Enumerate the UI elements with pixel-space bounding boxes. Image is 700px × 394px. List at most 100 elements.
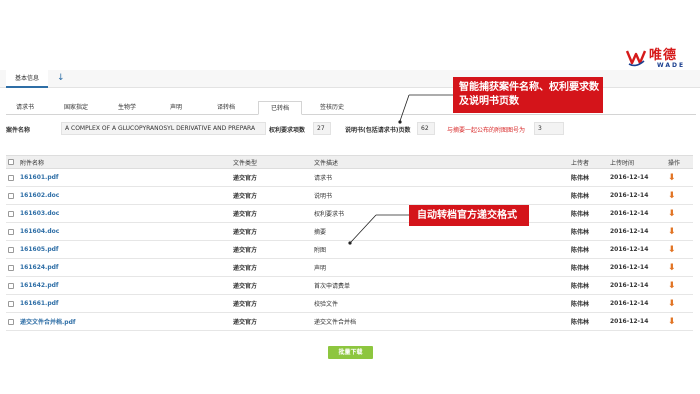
header-upload-time: 上传时间 bbox=[610, 159, 635, 167]
file-name-link[interactable]: 161624.pdf bbox=[20, 259, 59, 276]
row-checkbox[interactable] bbox=[8, 259, 14, 276]
file-description: 权利要求书 bbox=[314, 211, 345, 218]
header-type: 文件类型 bbox=[233, 159, 258, 167]
wade-logo: 唯德 WADE bbox=[625, 43, 695, 73]
uploader: 陈伟林 bbox=[571, 265, 590, 272]
tab-basic-info[interactable]: 基本信息 bbox=[6, 70, 48, 88]
tab-biology[interactable]: 生物学 bbox=[106, 101, 148, 115]
download-icon[interactable]: ⬇ bbox=[668, 187, 676, 204]
uploader: 陈伟林 bbox=[571, 301, 590, 308]
upload-time: 2016-12-14 bbox=[610, 228, 649, 235]
uploader: 陈伟林 bbox=[571, 193, 590, 200]
download-icon[interactable]: ⬇ bbox=[668, 259, 676, 276]
tab-request[interactable]: 请求书 bbox=[6, 101, 44, 115]
table-row: 161605.pdf 递交官方 附图 陈伟林 2016-12-14 ⬇ bbox=[6, 241, 693, 259]
file-name-link[interactable]: 161604.doc bbox=[20, 223, 59, 240]
uploader: 陈伟林 bbox=[571, 319, 590, 326]
file-type: 递交官方 bbox=[233, 283, 258, 290]
header-description: 文件描述 bbox=[314, 159, 339, 167]
download-icon[interactable]: ⬇ bbox=[668, 241, 676, 258]
attachments-table: 附件名称 文件类型 文件描述 上传者 上传时间 操作 161601.pdf 递交… bbox=[6, 155, 693, 331]
claims-count-label: 权利要求项数 bbox=[269, 127, 306, 134]
table-row: 161602.doc 递交官方 说明书 陈伟林 2016-12-14 ⬇ bbox=[6, 187, 693, 205]
upload-time: 2016-12-14 bbox=[610, 318, 649, 325]
upload-time: 2016-12-14 bbox=[610, 246, 649, 253]
download-icon[interactable]: ⬇ bbox=[668, 205, 676, 222]
upload-time: 2016-12-14 bbox=[610, 210, 649, 217]
table-row: 161603.doc 递交官方 权利要求书 陈伟林 2016-12-14 ⬇ bbox=[6, 205, 693, 223]
download-icon[interactable]: ⬇ bbox=[668, 223, 676, 240]
row-checkbox[interactable] bbox=[8, 223, 14, 240]
file-description: 附图 bbox=[314, 247, 327, 254]
file-type: 递交官方 bbox=[233, 247, 258, 254]
file-name-link[interactable]: 161661.pdf bbox=[20, 295, 59, 312]
table-row: 161624.pdf 递交官方 声明 陈伟林 2016-12-14 ⬇ bbox=[6, 259, 693, 277]
upload-time: 2016-12-14 bbox=[610, 300, 649, 307]
file-name-link[interactable]: 递交文件合并档.pdf bbox=[20, 313, 75, 330]
logo-english-text: WADE bbox=[657, 62, 686, 69]
wade-logo-mark-icon bbox=[625, 50, 647, 67]
upload-time: 2016-12-14 bbox=[610, 174, 649, 181]
table-row: 161604.doc 递交官方 摘要 陈伟林 2016-12-14 ⬇ bbox=[6, 223, 693, 241]
table-row: 161661.pdf 递交官方 校验文件 陈伟林 2016-12-14 ⬇ bbox=[6, 295, 693, 313]
file-name-link[interactable]: 161603.doc bbox=[20, 205, 59, 222]
file-type: 递交官方 bbox=[233, 193, 258, 200]
file-name-link[interactable]: 161605.pdf bbox=[20, 241, 59, 258]
table-row: 161642.pdf 递交官方 首次申请费单 陈伟林 2016-12-14 ⬇ bbox=[6, 277, 693, 295]
download-icon[interactable]: ⬇ bbox=[668, 313, 676, 330]
row-checkbox[interactable] bbox=[8, 295, 14, 312]
tab-country-designation[interactable]: 国家指定 bbox=[52, 101, 100, 115]
file-type: 递交官方 bbox=[233, 265, 258, 272]
row-checkbox[interactable] bbox=[8, 205, 14, 222]
file-type: 递交官方 bbox=[233, 229, 258, 236]
tab-sign-history[interactable]: 签核历史 bbox=[308, 101, 356, 115]
download-icon[interactable]: ⬇ bbox=[668, 169, 676, 186]
annotation-callout-capture: 智能捕获案件名称、权利要求数及说明书页数 bbox=[453, 77, 603, 113]
uploader: 陈伟林 bbox=[571, 211, 590, 218]
tab-to-convert[interactable]: 译转档 bbox=[202, 101, 250, 115]
uploader: 陈伟林 bbox=[571, 175, 590, 182]
row-checkbox[interactable] bbox=[8, 187, 14, 204]
description-pages-label: 说明书(包括请求书)页数 bbox=[345, 127, 411, 134]
file-name-link[interactable]: 161601.pdf bbox=[20, 169, 59, 186]
download-icon[interactable]: ⬇ bbox=[668, 277, 676, 294]
file-type: 递交官方 bbox=[233, 301, 258, 308]
upload-time: 2016-12-14 bbox=[610, 264, 649, 271]
select-all-checkbox[interactable] bbox=[8, 156, 14, 168]
file-type: 递交官方 bbox=[233, 211, 258, 218]
file-description: 校验文件 bbox=[314, 301, 339, 308]
table-header: 附件名称 文件类型 文件描述 上传者 上传时间 操作 bbox=[6, 155, 693, 169]
file-description: 请求书 bbox=[314, 175, 333, 182]
row-checkbox[interactable] bbox=[8, 169, 14, 186]
header-uploader: 上传者 bbox=[571, 159, 590, 167]
uploader: 陈伟林 bbox=[571, 247, 590, 254]
row-checkbox[interactable] bbox=[8, 241, 14, 258]
claims-count-field[interactable]: 27 bbox=[313, 122, 331, 135]
tab-converted[interactable]: 已转档 bbox=[258, 101, 302, 115]
file-description: 声明 bbox=[314, 265, 327, 272]
file-type: 递交官方 bbox=[233, 175, 258, 182]
upload-time: 2016-12-14 bbox=[610, 282, 649, 289]
description-pages-field[interactable]: 62 bbox=[417, 122, 435, 135]
file-name-link[interactable]: 161642.pdf bbox=[20, 277, 59, 294]
file-name-link[interactable]: 161602.doc bbox=[20, 187, 59, 204]
case-name-label: 案件名称 bbox=[6, 127, 31, 134]
row-checkbox[interactable] bbox=[8, 277, 14, 294]
upload-time: 2016-12-14 bbox=[610, 192, 649, 199]
uploader: 陈伟林 bbox=[571, 229, 590, 236]
file-type: 递交官方 bbox=[233, 319, 258, 326]
file-description: 摘要 bbox=[314, 229, 327, 236]
case-name-field[interactable]: A COMPLEX OF A GLUCOPYRANOSYL DERIVATIVE… bbox=[61, 122, 266, 135]
batch-download-button[interactable]: 批量下载 bbox=[328, 346, 373, 359]
annotation-callout-convert: 自动转档官方递交格式 bbox=[409, 205, 529, 226]
table-row: 递交文件合并档.pdf 递交官方 递交文件合并档 陈伟林 2016-12-14 … bbox=[6, 313, 693, 331]
figure-number-field[interactable]: 3 bbox=[534, 122, 564, 135]
download-icon[interactable]: ⬇ bbox=[668, 295, 676, 312]
table-row: 161601.pdf 递交官方 请求书 陈伟林 2016-12-14 ⬇ bbox=[6, 169, 693, 187]
header-operation: 操作 bbox=[668, 159, 681, 167]
file-description: 首次申请费单 bbox=[314, 283, 351, 290]
row-checkbox[interactable] bbox=[8, 313, 14, 330]
tab-declaration[interactable]: 声明 bbox=[156, 101, 196, 115]
file-description: 递交文件合并档 bbox=[314, 319, 357, 326]
arrow-down-icon[interactable]: ↓ bbox=[57, 73, 65, 83]
